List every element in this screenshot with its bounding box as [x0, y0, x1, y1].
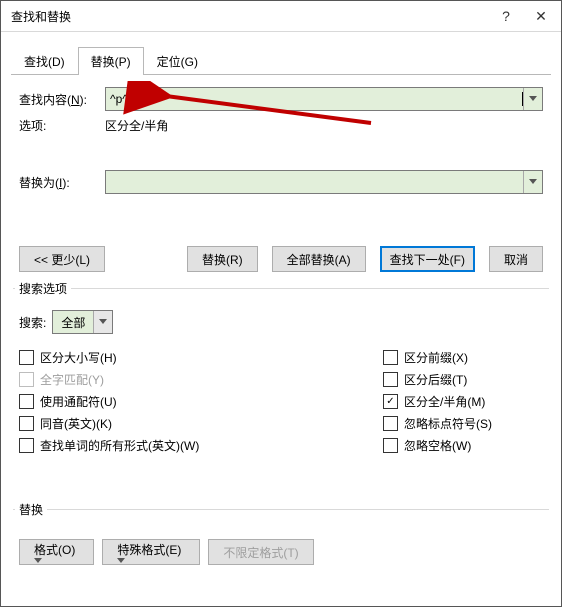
search-options-separator	[13, 288, 549, 289]
checkbox-label: 全字匹配(Y)	[40, 371, 104, 388]
tab-goto[interactable]: 定位(G)	[144, 47, 211, 75]
checkbox-label: 忽略空格(W)	[404, 437, 471, 454]
titlebar: 查找和替换 ? ✕	[1, 1, 561, 32]
checkbox[interactable]	[383, 416, 398, 431]
find-label: 查找内容(N):	[19, 91, 105, 108]
checkbox[interactable]: ✓	[383, 394, 398, 409]
checkbox-row[interactable]: 使用通配符(U)	[19, 393, 383, 410]
checkbox-row[interactable]: 区分大小写(H)	[19, 349, 383, 366]
search-direction-select[interactable]: 全部	[52, 310, 113, 334]
cancel-button[interactable]: 取消	[489, 246, 543, 272]
checkbox-grid: 区分大小写(H) 全字匹配(Y) 使用通配符(U) 同音(英文)(K) 查找单词的所有形…	[19, 344, 543, 459]
tab-strip: 查找(D) 替换(P) 定位(G)	[11, 46, 551, 75]
replace-input[interactable]	[106, 172, 523, 192]
checkbox[interactable]	[19, 350, 34, 365]
checkbox-row[interactable]: 区分前缀(X)	[383, 349, 543, 366]
close-button[interactable]: ✕	[521, 8, 561, 25]
dialog-title: 查找和替换	[11, 8, 491, 25]
checkbox[interactable]	[19, 394, 34, 409]
search-options-title: 搜索选项	[15, 280, 71, 297]
checkbox[interactable]	[383, 372, 398, 387]
checkbox-row[interactable]: 区分后缀(T)	[383, 371, 543, 388]
checkbox-label: 忽略标点符号(S)	[404, 415, 492, 432]
less-button[interactable]: << 更少(L)	[19, 246, 105, 272]
chevron-down-icon	[99, 319, 107, 325]
chevron-down-icon	[117, 558, 185, 564]
no-format-button: 不限定格式(T)	[208, 539, 313, 565]
replace-all-button[interactable]: 全部替换(A)	[272, 246, 366, 272]
checkbox-row[interactable]: 查找单词的所有形式(英文)(W)	[19, 437, 383, 454]
replace-dropdown-button[interactable]	[523, 171, 542, 193]
checkbox-label: 区分全/半角(M)	[404, 393, 485, 410]
search-direction-row: 搜索: 全部	[19, 310, 543, 334]
checkbox-label: 区分前缀(X)	[404, 349, 468, 366]
find-replace-dialog: 查找和替换 ? ✕ 查找(D) 替换(P) 定位(G) 查找内容(N): 选项:…	[0, 0, 562, 607]
checkbox[interactable]	[19, 416, 34, 431]
replace-input-wrapper	[105, 170, 543, 194]
checkbox-row[interactable]: 忽略空格(W)	[383, 437, 543, 454]
replace-row: 替换为(I):	[19, 170, 543, 194]
checkbox-label: 区分后缀(T)	[404, 371, 467, 388]
dialog-body: 查找内容(N): 选项: 区分全/半角 替换为(I): << 更少(L)	[1, 75, 561, 565]
checkbox-label: 区分大小写(H)	[40, 349, 117, 366]
checkbox-col-right: 区分前缀(X) 区分后缀(T) ✓ 区分全/半角(M) 忽略标点符号(S) 忽略空格(W)	[383, 344, 543, 459]
options-label: 选项:	[19, 117, 105, 134]
options-row: 选项: 区分全/半角	[19, 117, 543, 134]
tab-replace[interactable]: 替换(P)	[78, 47, 144, 75]
checkbox-row: 全字匹配(Y)	[19, 371, 383, 388]
checkbox	[19, 372, 34, 387]
action-buttons: << 更少(L) 替换(R) 全部替换(A) 查找下一处(F) 取消	[19, 246, 543, 272]
chevron-down-icon	[529, 96, 537, 102]
checkbox[interactable]	[383, 438, 398, 453]
format-buttons: 格式(O) 特殊格式(E) 不限定格式(T)	[19, 539, 543, 565]
checkbox[interactable]	[383, 350, 398, 365]
find-input-wrapper	[105, 87, 543, 111]
checkbox-label: 查找单词的所有形式(英文)(W)	[40, 437, 199, 454]
replace-label: 替换为(I):	[19, 174, 105, 191]
checkbox-row[interactable]: ✓ 区分全/半角(M)	[383, 393, 543, 410]
format-button[interactable]: 格式(O)	[19, 539, 94, 565]
special-format-button[interactable]: 特殊格式(E)	[102, 539, 200, 565]
replace-separator	[13, 509, 549, 510]
checkbox-label: 使用通配符(U)	[40, 393, 117, 410]
find-input[interactable]	[106, 89, 521, 109]
find-row: 查找内容(N):	[19, 87, 543, 111]
find-dropdown-button[interactable]	[523, 88, 542, 110]
find-next-button[interactable]: 查找下一处(F)	[380, 246, 475, 272]
checkbox-row[interactable]: 同音(英文)(K)	[19, 415, 383, 432]
help-button[interactable]: ?	[491, 8, 521, 24]
replace-section-title: 替换	[15, 501, 47, 518]
search-direction-dropdown[interactable]	[93, 311, 112, 333]
checkbox-label: 同音(英文)(K)	[40, 415, 112, 432]
chevron-down-icon	[529, 179, 537, 185]
search-label: 搜索:	[19, 314, 46, 331]
checkbox-row[interactable]: 忽略标点符号(S)	[383, 415, 543, 432]
replace-format-section: 替换 格式(O) 特殊格式(E) 不限定格式(T)	[19, 509, 543, 565]
checkbox[interactable]	[19, 438, 34, 453]
tab-find[interactable]: 查找(D)	[11, 47, 78, 75]
chevron-down-icon	[34, 558, 79, 564]
options-value: 区分全/半角	[105, 117, 168, 134]
search-direction-value: 全部	[53, 314, 93, 331]
replace-button[interactable]: 替换(R)	[187, 246, 258, 272]
checkbox-col-left: 区分大小写(H) 全字匹配(Y) 使用通配符(U) 同音(英文)(K) 查找单词的所有形…	[19, 344, 383, 459]
